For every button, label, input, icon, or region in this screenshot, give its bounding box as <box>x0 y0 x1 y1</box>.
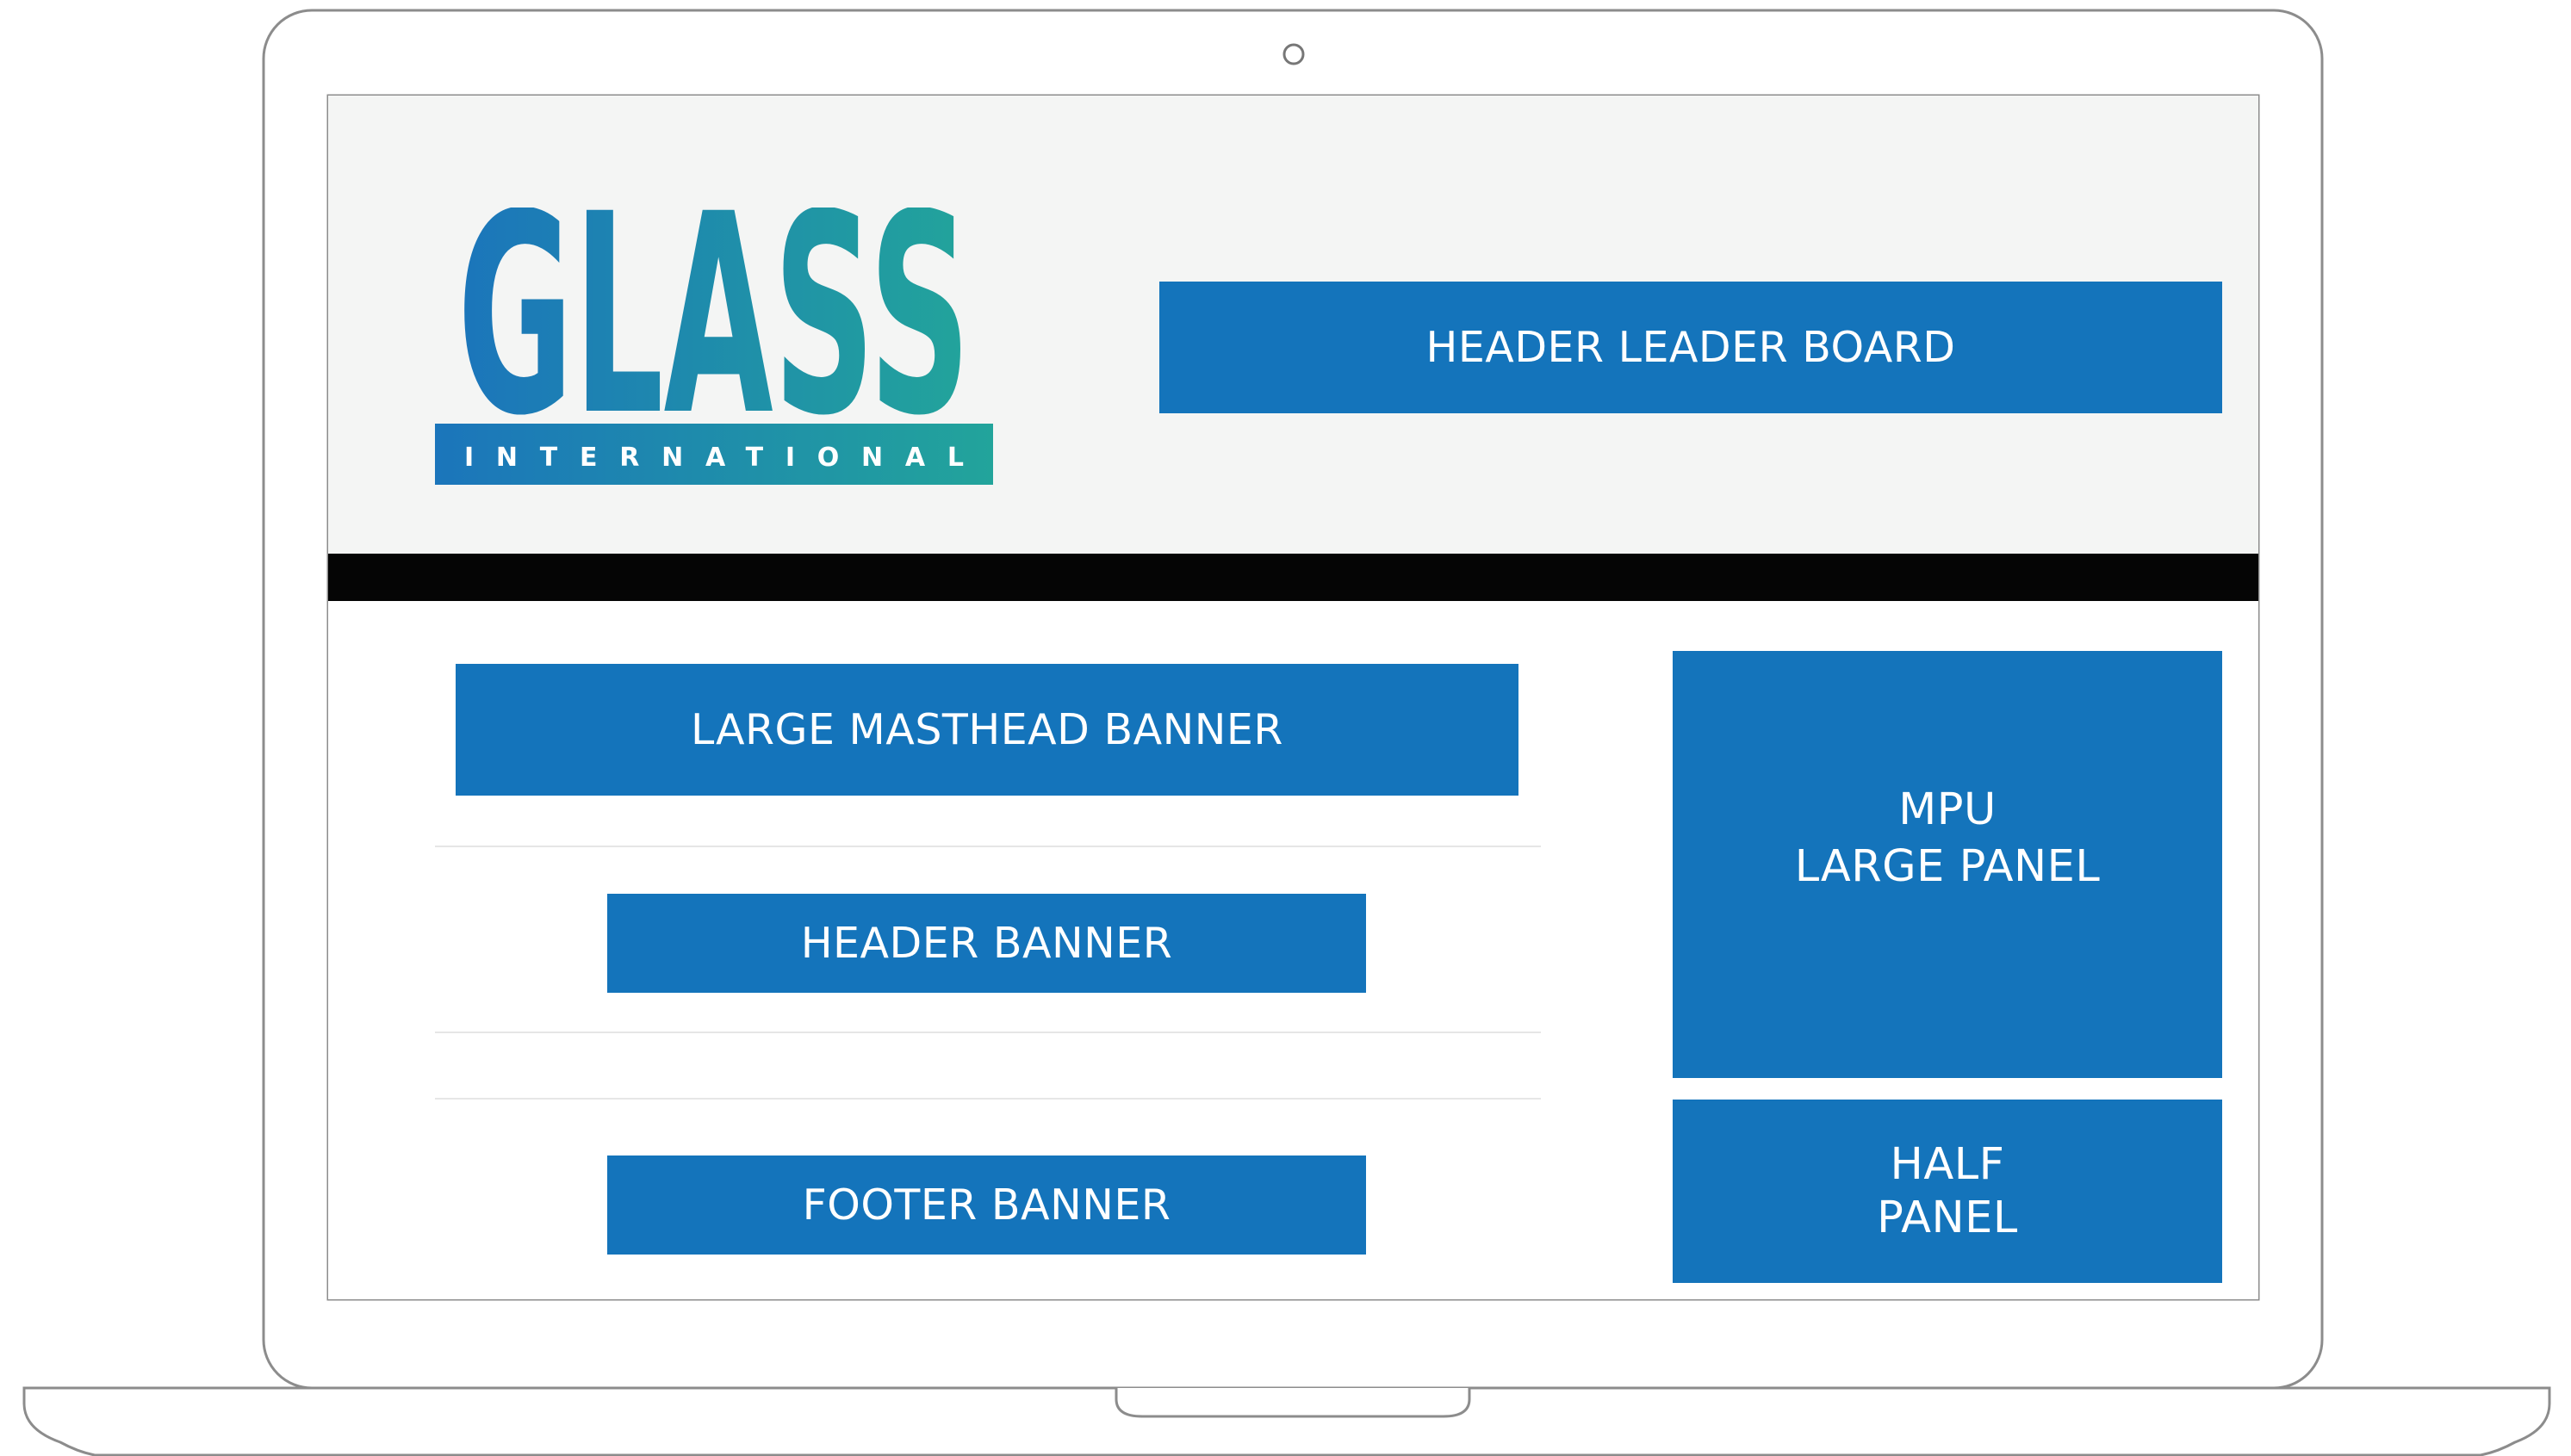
logo-graphic: GLASS INTERNATIONAL <box>435 208 993 485</box>
mpu-label-line-1: MPU <box>1898 784 1997 835</box>
laptop-hinge-notch <box>1115 1388 1471 1418</box>
header-banner-label: HEADER BANNER <box>800 919 1173 968</box>
glass-international-logo[interactable]: GLASS INTERNATIONAL <box>435 208 993 485</box>
footer-banner-label: FOOTER BANNER <box>802 1180 1171 1230</box>
mpu-label-line-2: LARGE PANEL <box>1794 841 2101 892</box>
content-divider <box>435 1098 1541 1100</box>
header-leader-board-label: HEADER LEADER BOARD <box>1425 323 1956 372</box>
half-panel-label-line-2: PANEL <box>1877 1192 2018 1243</box>
half-panel-label-line-1: HALF <box>1890 1138 2005 1190</box>
content-divider <box>435 1032 1541 1033</box>
content-divider <box>435 846 1541 847</box>
header-leader-board-slot[interactable]: HEADER LEADER BOARD <box>1159 282 2222 413</box>
header-banner-slot[interactable]: HEADER BANNER <box>607 894 1366 993</box>
navigation-bar <box>328 554 2258 601</box>
website-screen: GLASS INTERNATIONAL HEADER LEADER BOARD … <box>328 96 2258 1299</box>
large-masthead-banner-slot[interactable]: LARGE MASTHEAD BANNER <box>456 664 1518 796</box>
footer-banner-slot[interactable]: FOOTER BANNER <box>607 1156 1366 1255</box>
site-header: GLASS INTERNATIONAL HEADER LEADER BOARD <box>328 96 2258 554</box>
large-masthead-banner-label: LARGE MASTHEAD BANNER <box>691 705 1283 754</box>
half-panel-slot[interactable]: HALF PANEL <box>1673 1100 2222 1283</box>
mpu-large-panel-slot[interactable]: MPU LARGE PANEL <box>1673 651 2222 1078</box>
webcam-icon <box>1282 43 1305 65</box>
